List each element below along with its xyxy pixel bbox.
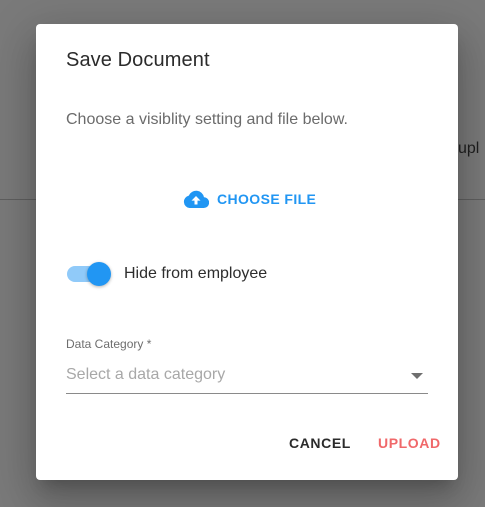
save-document-dialog: Save Document Choose a visiblity setting… xyxy=(36,24,458,480)
hide-from-employee-row: Hide from employee xyxy=(66,260,267,288)
background-partial-text: upl xyxy=(458,140,480,157)
cancel-button[interactable]: CANCEL xyxy=(289,428,351,458)
hide-from-employee-toggle[interactable] xyxy=(66,261,112,287)
dialog-description: Choose a visiblity setting and file belo… xyxy=(66,111,348,128)
toggle-thumb xyxy=(87,262,111,286)
data-category-placeholder: Select a data category xyxy=(66,366,226,383)
upload-button[interactable]: UPLOAD xyxy=(378,428,441,458)
data-category-select[interactable]: Select a data category xyxy=(66,357,428,394)
choose-file-button[interactable]: CHOOSE FILE xyxy=(183,184,316,214)
dialog-title: Save Document xyxy=(66,49,210,71)
dialog-actions: CANCEL UPLOAD xyxy=(36,428,458,458)
choose-file-label: CHOOSE FILE xyxy=(217,191,317,207)
data-category-label: Data Category * xyxy=(66,337,152,351)
data-category-field: Data Category * Select a data category xyxy=(66,337,428,394)
hide-from-employee-label: Hide from employee xyxy=(124,265,268,282)
cloud-upload-icon xyxy=(183,189,209,209)
dropdown-arrow-icon xyxy=(411,373,423,379)
